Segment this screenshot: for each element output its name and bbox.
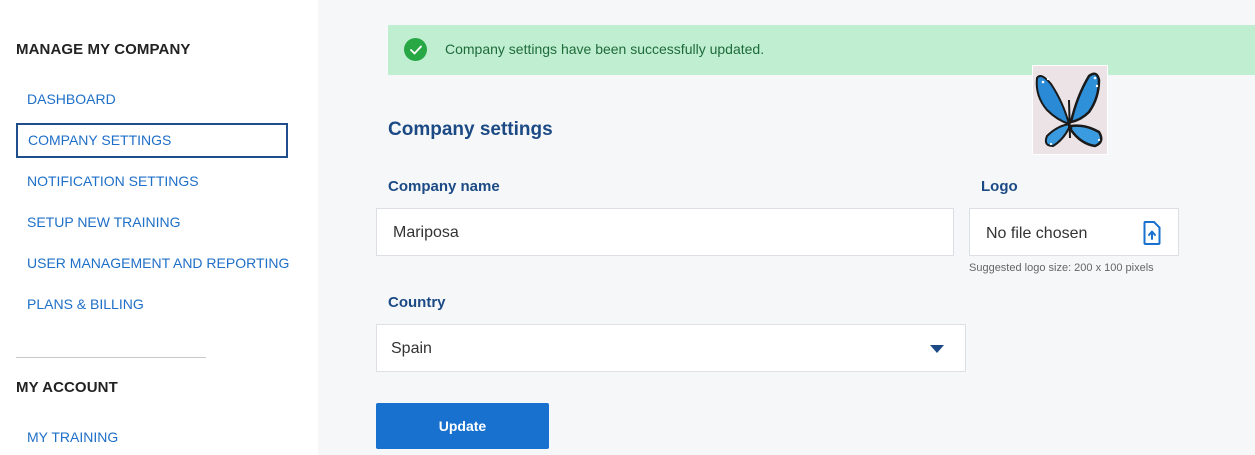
sidebar-divider [16,357,206,358]
page-title: Company settings [388,119,553,140]
my-account-heading: MY ACCOUNT [16,379,118,396]
logo-file-input[interactable]: No file chosen [969,208,1179,256]
company-name-label: Company name [388,178,500,195]
sidebar: MANAGE MY COMPANY DASHBOARD COMPANY SETT… [0,0,318,455]
sidebar-item-notification-settings[interactable]: NOTIFICATION SETTINGS [16,164,288,199]
country-label: Country [388,294,446,311]
butterfly-icon [1033,66,1107,154]
sidebar-item-setup-new-training[interactable]: SETUP NEW TRAINING [16,205,288,240]
sidebar-item-dashboard[interactable]: DASHBOARD [16,82,288,117]
update-button[interactable]: Update [376,403,549,449]
sidebar-item-user-management[interactable]: USER MANAGEMENT AND REPORTING [16,246,289,281]
company-name-input[interactable]: Mariposa [376,208,954,256]
check-circle-icon [404,38,427,61]
logo-preview-image [1032,65,1108,155]
country-value: Spain [391,340,432,357]
main-content: Company settings have been successfully … [318,0,1255,455]
sidebar-item-company-settings[interactable]: COMPANY SETTINGS [16,123,288,158]
company-name-value: Mariposa [393,224,459,241]
file-upload-icon[interactable] [1143,221,1161,245]
manage-company-heading: MANAGE MY COMPANY [16,41,191,58]
sidebar-item-plans-billing[interactable]: PLANS & BILLING [16,287,288,322]
success-alert: Company settings have been successfully … [388,25,1255,75]
country-select[interactable]: Spain [376,324,966,372]
logo-size-hint: Suggested logo size: 200 x 100 pixels [969,262,1154,274]
chevron-down-icon[interactable] [930,345,944,353]
sidebar-item-my-training[interactable]: MY TRAINING [16,420,288,455]
alert-message: Company settings have been successfully … [445,41,765,57]
logo-file-status: No file chosen [986,225,1088,242]
logo-label: Logo [981,178,1018,195]
